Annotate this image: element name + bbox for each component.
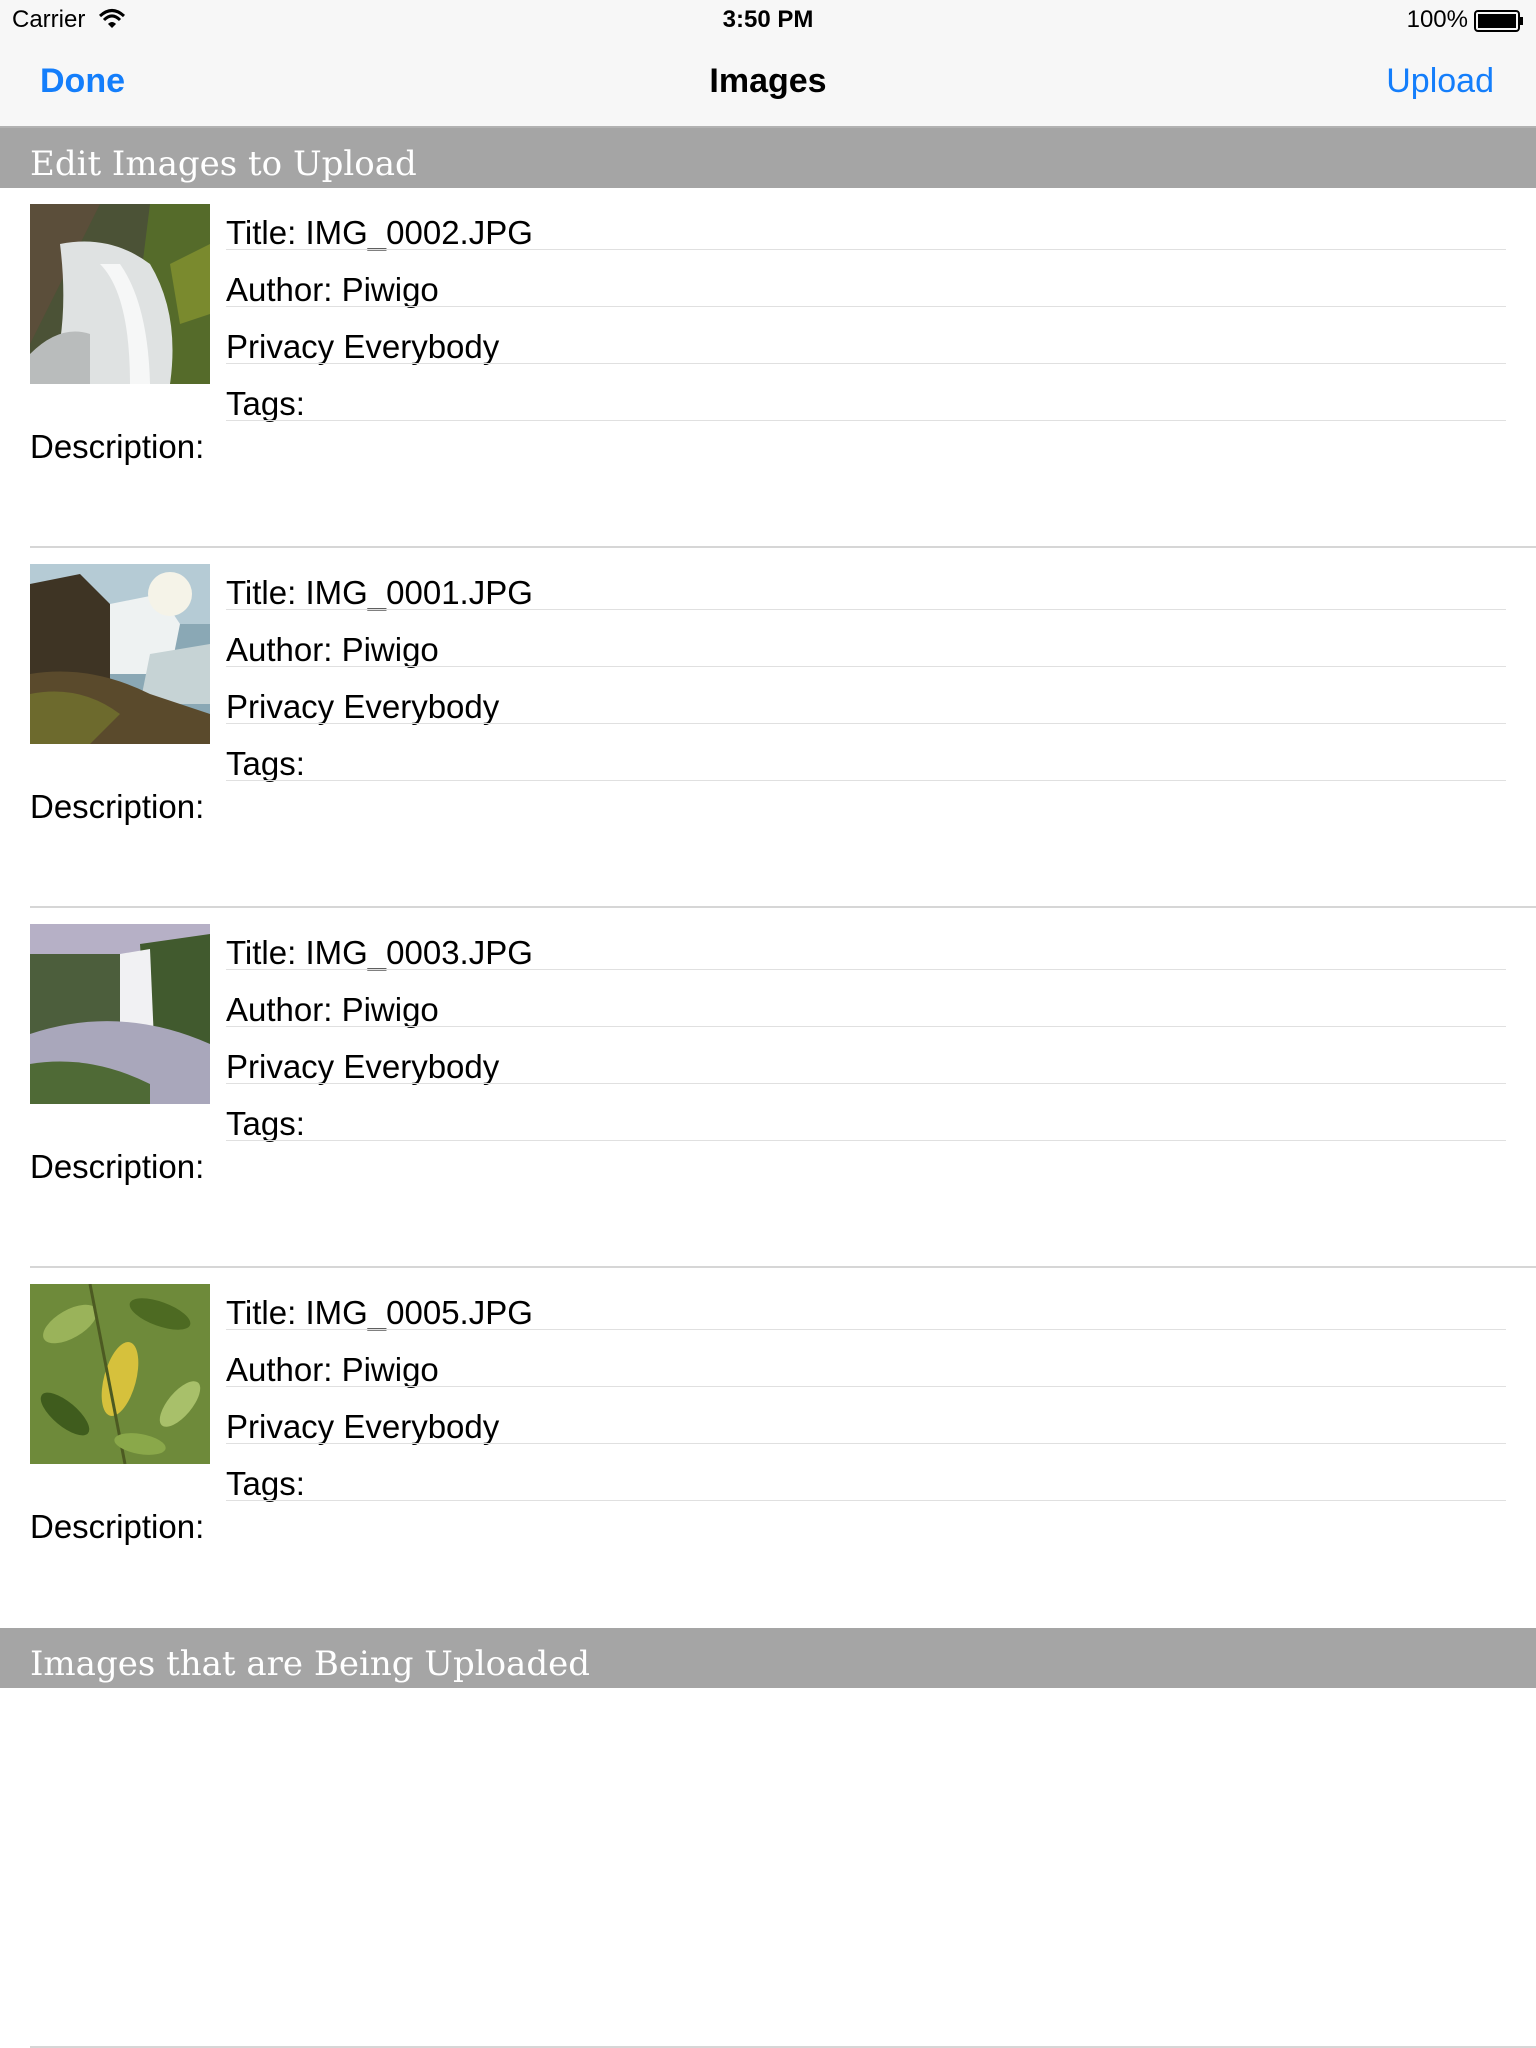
- description-field[interactable]: Description:: [30, 788, 204, 826]
- privacy-field[interactable]: Privacy Everybody: [226, 676, 1506, 733]
- status-bar: Carrier 3:50 PM 100%: [0, 0, 1536, 40]
- title-field[interactable]: Title: IMG_0003.JPG: [226, 922, 1506, 979]
- divider: [226, 1140, 1506, 1141]
- page-title: Images: [709, 62, 827, 100]
- divider: [226, 609, 1506, 610]
- author-field[interactable]: Author: Piwigo: [226, 979, 1506, 1036]
- divider: [226, 306, 1506, 307]
- divider: [226, 249, 1506, 250]
- divider: [226, 1329, 1506, 1330]
- divider: [226, 1083, 1506, 1084]
- divider: [226, 969, 1506, 970]
- section-header-uploading: Images that are Being Uploaded: [0, 1628, 1536, 1688]
- battery-percent: 100%: [1406, 6, 1468, 33]
- divider: [226, 1386, 1506, 1387]
- image-cell[interactable]: Title: IMG_0002.JPG Author: Piwigo Priva…: [0, 188, 1536, 548]
- upload-button[interactable]: Upload: [1386, 62, 1494, 101]
- privacy-field[interactable]: Privacy Everybody: [226, 1396, 1506, 1453]
- divider: [226, 1500, 1506, 1501]
- author-field[interactable]: Author: Piwigo: [226, 1339, 1506, 1396]
- privacy-field[interactable]: Privacy Everybody: [226, 316, 1506, 373]
- clock: 3:50 PM: [722, 6, 814, 33]
- divider: [226, 780, 1506, 781]
- privacy-field[interactable]: Privacy Everybody: [226, 1036, 1506, 1093]
- author-field[interactable]: Author: Piwigo: [226, 619, 1506, 676]
- author-field[interactable]: Author: Piwigo: [226, 259, 1506, 316]
- image-thumbnail[interactable]: [30, 1284, 210, 1464]
- image-thumbnail[interactable]: [30, 924, 210, 1104]
- image-cell[interactable]: Title: IMG_0003.JPG Author: Piwigo Priva…: [0, 908, 1536, 1268]
- divider: [226, 666, 1506, 667]
- divider: [226, 363, 1506, 364]
- section-header-edit: Edit Images to Upload: [0, 128, 1536, 188]
- divider: [226, 723, 1506, 724]
- tags-field[interactable]: Tags:: [226, 1453, 1506, 1510]
- title-field[interactable]: Title: IMG_0002.JPG: [226, 202, 1506, 259]
- tags-field[interactable]: Tags:: [226, 733, 1506, 790]
- navigation-bar: Done Images Upload: [0, 40, 1536, 128]
- image-cell[interactable]: Title: IMG_0005.JPG Author: Piwigo Priva…: [0, 1268, 1536, 1628]
- divider: [226, 1443, 1506, 1444]
- tags-field[interactable]: Tags:: [226, 373, 1506, 430]
- image-thumbnail[interactable]: [30, 564, 210, 744]
- battery-icon: [1474, 10, 1523, 32]
- description-field[interactable]: Description:: [30, 1508, 204, 1546]
- title-field[interactable]: Title: IMG_0005.JPG: [226, 1282, 1506, 1339]
- image-thumbnail[interactable]: [30, 204, 210, 384]
- divider: [226, 420, 1506, 421]
- description-field[interactable]: Description:: [30, 428, 204, 466]
- title-field[interactable]: Title: IMG_0001.JPG: [226, 562, 1506, 619]
- divider: [226, 1026, 1506, 1027]
- image-cell[interactable]: Title: IMG_0001.JPG Author: Piwigo Priva…: [0, 548, 1536, 908]
- tags-field[interactable]: Tags:: [226, 1093, 1506, 1150]
- description-field[interactable]: Description:: [30, 1148, 204, 1186]
